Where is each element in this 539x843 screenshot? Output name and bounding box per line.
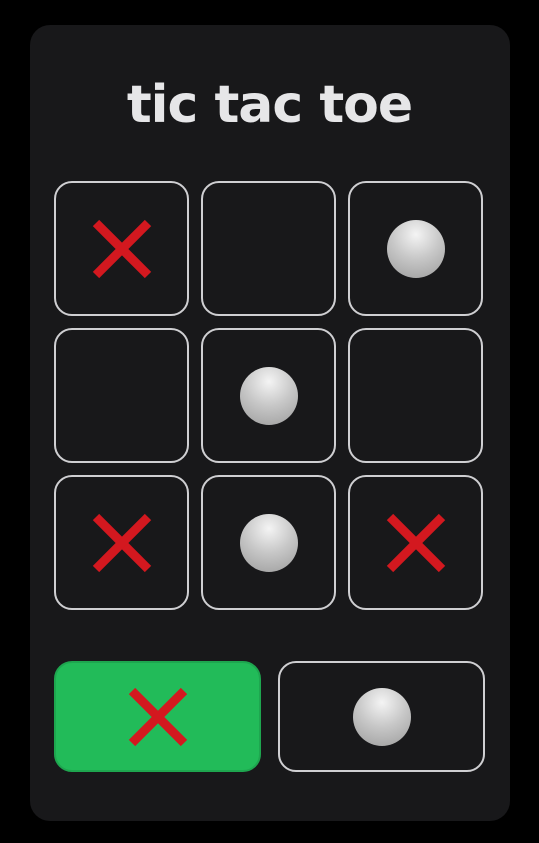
o-icon xyxy=(239,366,298,425)
cell-r1-c1[interactable] xyxy=(54,181,189,316)
cell-r3-c1[interactable] xyxy=(54,475,189,610)
o-icon xyxy=(386,219,445,278)
cell-r2-c3[interactable] xyxy=(348,328,483,463)
x-icon xyxy=(386,513,445,572)
o-icon xyxy=(239,513,298,572)
game-board xyxy=(54,181,486,613)
cell-r1-c3[interactable] xyxy=(348,181,483,316)
cell-r2-c1[interactable] xyxy=(54,328,189,463)
cell-r1-c2[interactable] xyxy=(201,181,336,316)
game-title: tic tac toe xyxy=(126,75,413,135)
cell-r2-c2[interactable] xyxy=(201,328,336,463)
x-icon xyxy=(92,219,151,278)
cell-r3-c3[interactable] xyxy=(348,475,483,610)
player-o-button[interactable] xyxy=(278,661,485,772)
cell-r3-c2[interactable] xyxy=(201,475,336,610)
o-icon xyxy=(352,687,411,746)
x-icon xyxy=(128,687,187,746)
player-x-button[interactable] xyxy=(54,661,261,772)
x-icon xyxy=(92,513,151,572)
